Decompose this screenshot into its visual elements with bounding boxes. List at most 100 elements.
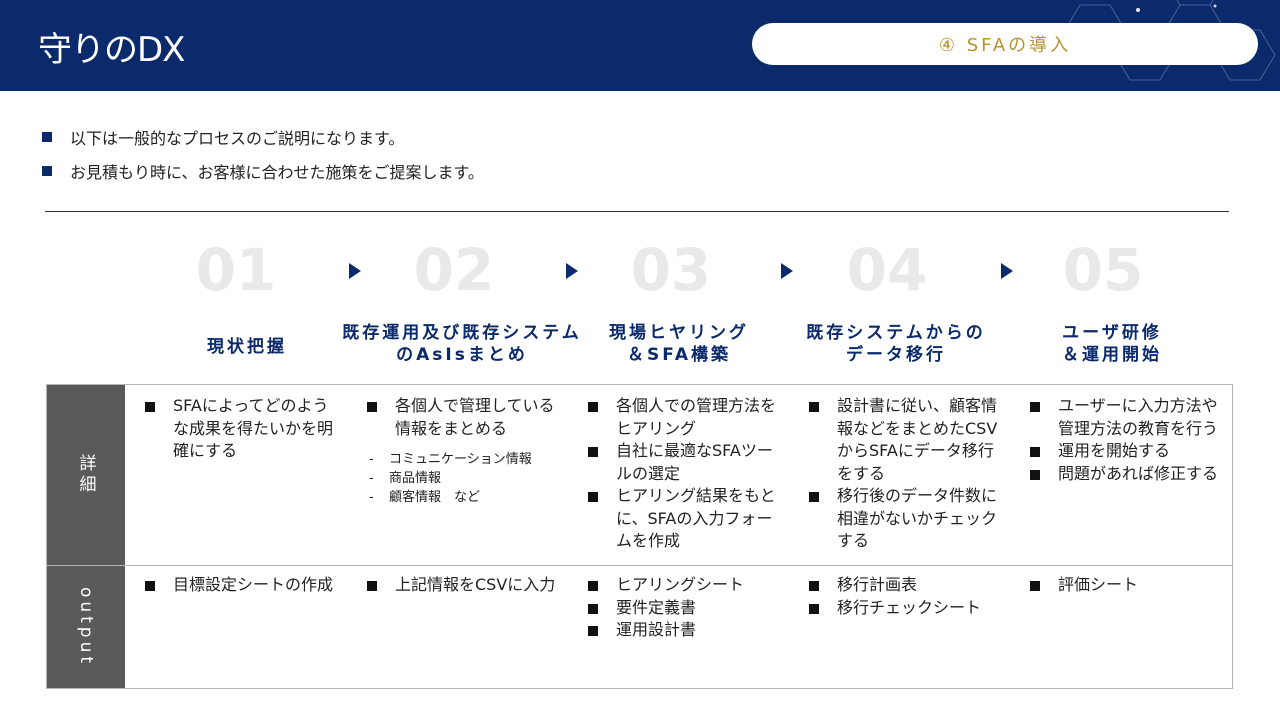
output-cell: 移行計画表移行チェックシート (809, 574, 999, 619)
list-item: 上記情報をCSVに入力 (367, 574, 557, 597)
divider (45, 211, 1229, 212)
sub-list-item: - 顧客情報 など (369, 488, 557, 507)
intro-bullet-text: お見積もり時に、お客様に合わせた施策をご提案します。 (70, 163, 484, 182)
square-bullet-icon (588, 402, 598, 412)
sub-list-item-text: 商品情報 (389, 471, 442, 486)
square-bullet-icon (588, 492, 598, 502)
list-item-text: 目標設定シートの作成 (173, 575, 334, 594)
list-item: 移行後のデータ件数に相違がないかチェックする (809, 485, 999, 553)
square-bullet-icon (588, 581, 598, 591)
output-cell: 目標設定シートの作成 (145, 574, 335, 597)
step-number: 01 (195, 236, 277, 304)
list-item-text: 移行チェックシート (837, 597, 982, 617)
square-bullet-icon (588, 626, 598, 636)
header-bar: 守りのDX ④ SFAの導入 (0, 0, 1280, 91)
step-number: 03 (630, 236, 712, 304)
list-item-text: 要件定義書 (616, 597, 697, 617)
intro-bullets: 以下は一般的なプロセスのご説明になります。 お見積もり時に、お客様に合わせた施策… (42, 120, 484, 188)
details-cell: 各個人での管理方法をヒアリング 自社に最適なSFAツールの選定 ヒアリング結果をもと… (588, 395, 778, 553)
list-item: 運用を開始する (1030, 440, 1220, 463)
list-item-text: 設計書に従い、顧客情報などをまとめたCSVからSFAにデータ移行をする (837, 396, 998, 483)
list-item: 自社に最適なSFAツールの選定 (588, 440, 778, 485)
details-cell: 各個人で管理している情報をまとめる - コミュニケーション情報 - 商品情報 - 顧客情報 … (367, 395, 557, 507)
list-item: ヒアリング結果をもとに、SFAの入力フォームを作成 (588, 485, 778, 553)
square-bullet-icon (588, 603, 598, 614)
sub-list-item: - 商品情報 (369, 469, 557, 488)
square-bullet-icon (1030, 581, 1040, 591)
sub-list-item: - コミュニケーション情報 (369, 450, 557, 469)
dash-bullet-icon: - (369, 452, 374, 467)
square-bullet-icon (1030, 447, 1040, 457)
square-bullet-icon (367, 402, 377, 412)
list-item-text: 移行後のデータ件数に相違がないかチェックする (837, 486, 998, 550)
list-item: 移行チェックシート (809, 597, 999, 620)
list-item: ユーザーに入力方法や管理方法の教育を行う (1030, 395, 1220, 440)
row-divider (47, 565, 1232, 566)
row-label-output: output (47, 566, 125, 688)
list-item: ヒアリングシート (588, 574, 778, 597)
list-item-text: SFAによってどのような成果を得たいかを明確にする (173, 396, 334, 460)
square-bullet-icon (42, 166, 52, 176)
sub-list: - コミュニケーション情報 - 商品情報 - 顧客情報 など (369, 450, 557, 507)
intro-bullet: 以下は一般的なプロセスのご説明になります。 (42, 120, 484, 154)
square-bullet-icon (1030, 402, 1040, 412)
details-cell: 設計書に従い、顧客情報などをまとめたCSVからSFAにデータ移行をする 移行後のデ… (809, 395, 999, 553)
list-item-text: 自社に最適なSFAツールの選定 (616, 441, 773, 483)
list-item-text: 移行計画表 (837, 575, 918, 594)
list-item-text: ユーザーに入力方法や管理方法の教育を行う (1058, 396, 1219, 438)
list-item-text: ヒアリングシート (616, 575, 745, 594)
output-cell: 上記情報をCSVに入力 (367, 574, 557, 597)
sub-list-item-text: コミュニケーション情報 (389, 452, 532, 467)
list-item: SFAによってどのような成果を得たいかを明確にする (145, 395, 335, 463)
list-item: 問題があれば修正する (1030, 463, 1220, 486)
arrow-right-icon (781, 263, 793, 279)
dash-bullet-icon: - (369, 471, 374, 486)
list-item-text: 問題があれば修正する (1058, 463, 1219, 483)
list-item-text: 上記情報をCSVに入力 (395, 575, 556, 594)
section-badge-label: ④ SFAの導入 (938, 35, 1072, 56)
details-cell: SFAによってどのような成果を得たいかを明確にする (145, 395, 335, 463)
list-item-text: 運用設計書 (616, 620, 697, 639)
details-cell: ユーザーに入力方法や管理方法の教育を行う運用を開始する問題があれば修正する (1030, 395, 1220, 485)
step-title: ユーザ研修 ＆運用開始 (1062, 323, 1162, 365)
output-cell: 評価シート (1030, 574, 1220, 597)
list-item-text: 評価シート (1058, 575, 1139, 594)
list-item: 目標設定シートの作成 (145, 574, 335, 597)
square-bullet-icon (809, 492, 819, 502)
square-bullet-icon (367, 581, 377, 591)
square-bullet-icon (145, 581, 155, 591)
intro-bullet: お見積もり時に、お客様に合わせた施策をご提案します。 (42, 154, 484, 188)
row-label-details: 詳細 (47, 385, 125, 565)
arrow-right-icon (566, 263, 578, 279)
list-item: 各個人での管理方法をヒアリング (588, 395, 778, 440)
process-table: 詳細 output SFAによってどのような成果を得たいかを明確にする 各個人で管… (46, 384, 1233, 689)
list-item-text: 各個人で管理している情報をまとめる (395, 396, 555, 438)
arrow-right-icon (349, 263, 361, 279)
arrow-right-icon (1001, 263, 1013, 279)
square-bullet-icon (145, 402, 155, 412)
list-item-text: ヒアリング結果をもとに、SFAの入力フォームを作成 (616, 486, 776, 550)
square-bullet-icon (809, 603, 819, 614)
section-badge: ④ SFAの導入 (752, 23, 1258, 65)
list-item: 移行計画表 (809, 574, 999, 597)
dash-bullet-icon: - (369, 490, 374, 505)
list-item: 各個人で管理している情報をまとめる (367, 395, 557, 440)
step-number: 04 (846, 236, 928, 304)
list-item: 評価シート (1030, 574, 1220, 597)
step-number: 02 (413, 236, 495, 304)
list-item: 設計書に従い、顧客情報などをまとめたCSVからSFAにデータ移行をする (809, 395, 999, 485)
list-item-text: 運用を開始する (1058, 441, 1171, 460)
intro-bullet-text: 以下は一般的なプロセスのご説明になります。 (70, 129, 405, 148)
list-item-text: 各個人での管理方法をヒアリング (616, 396, 777, 438)
square-bullet-icon (809, 581, 819, 591)
output-cell: ヒアリングシート 要件定義書運用設計書 (588, 574, 778, 642)
square-bullet-icon (1030, 469, 1040, 480)
square-bullet-icon (588, 447, 598, 457)
square-bullet-icon (809, 402, 819, 412)
page-title: 守りのDX (38, 30, 185, 70)
square-bullet-icon (42, 132, 52, 142)
list-item: 運用設計書 (588, 619, 778, 642)
sub-list-item-text: 顧客情報 など (389, 490, 481, 505)
list-item: 要件定義書 (588, 597, 778, 620)
step-number: 05 (1062, 236, 1144, 304)
